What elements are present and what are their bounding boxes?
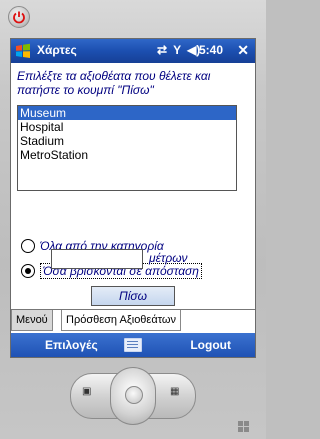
radio-all[interactable] <box>21 239 35 253</box>
list-item[interactable]: Stadium <box>18 134 236 148</box>
power-icon <box>13 11 25 24</box>
softkey-bar: Επιλογές Logout <box>11 333 255 357</box>
tab-menu[interactable]: Μενού <box>11 310 53 331</box>
windows-logo-icon <box>238 421 249 432</box>
sights-listbox[interactable]: Museum Hospital Stadium MetroStation <box>17 105 237 191</box>
softkey-options[interactable]: Επιλογές <box>45 338 98 352</box>
list-item[interactable]: Museum <box>18 106 236 120</box>
dpad[interactable] <box>110 367 156 425</box>
distance-input[interactable] <box>51 249 143 269</box>
meters-label: μέτρων <box>149 251 188 265</box>
calendar-hw-icon[interactable]: ▦ <box>170 386 182 398</box>
connectivity-icon[interactable]: ⇄ <box>157 43 167 57</box>
tab-strip: Μενού Πρόσθεση Αξιοθεάτων <box>11 309 255 332</box>
list-item[interactable]: Hospital <box>18 120 236 134</box>
clock[interactable]: 5:40 <box>199 43 223 57</box>
list-item[interactable]: MetroStation <box>18 148 236 162</box>
windows-start-icon[interactable] <box>15 43 31 59</box>
close-icon[interactable]: ✕ <box>237 42 249 59</box>
pda-device: Χάρτες ⇄ Y ◀) 5:40 ✕ Επιλέξτε τα αξιοθέα… <box>0 0 266 439</box>
title-bar: Χάρτες ⇄ Y ◀) 5:40 ✕ <box>11 39 255 63</box>
app-title: Χάρτες <box>37 43 77 57</box>
softkey-logout[interactable]: Logout <box>190 338 231 352</box>
contacts-hw-icon[interactable]: ▣ <box>82 386 94 398</box>
hardware-nav: ▣ ▦ <box>70 367 196 425</box>
dpad-center-button[interactable] <box>125 386 143 404</box>
tab-add-sights[interactable]: Πρόσθεση Αξιοθεάτων <box>61 310 181 331</box>
content-area: Επιλέξτε τα αξιοθέατα που θέλετε και πατ… <box>11 63 255 309</box>
radio-distance[interactable] <box>21 264 35 278</box>
back-button[interactable]: Πίσω <box>91 286 175 306</box>
power-button[interactable] <box>8 6 30 28</box>
keyboard-icon[interactable] <box>124 338 142 352</box>
signal-icon[interactable]: Y <box>173 43 181 57</box>
status-icons: ⇄ Y ◀) <box>157 43 200 57</box>
screen: Χάρτες ⇄ Y ◀) 5:40 ✕ Επιλέξτε τα αξιοθέα… <box>10 38 256 358</box>
instruction-text: Επιλέξτε τα αξιοθέατα που θέλετε και πατ… <box>17 69 211 97</box>
